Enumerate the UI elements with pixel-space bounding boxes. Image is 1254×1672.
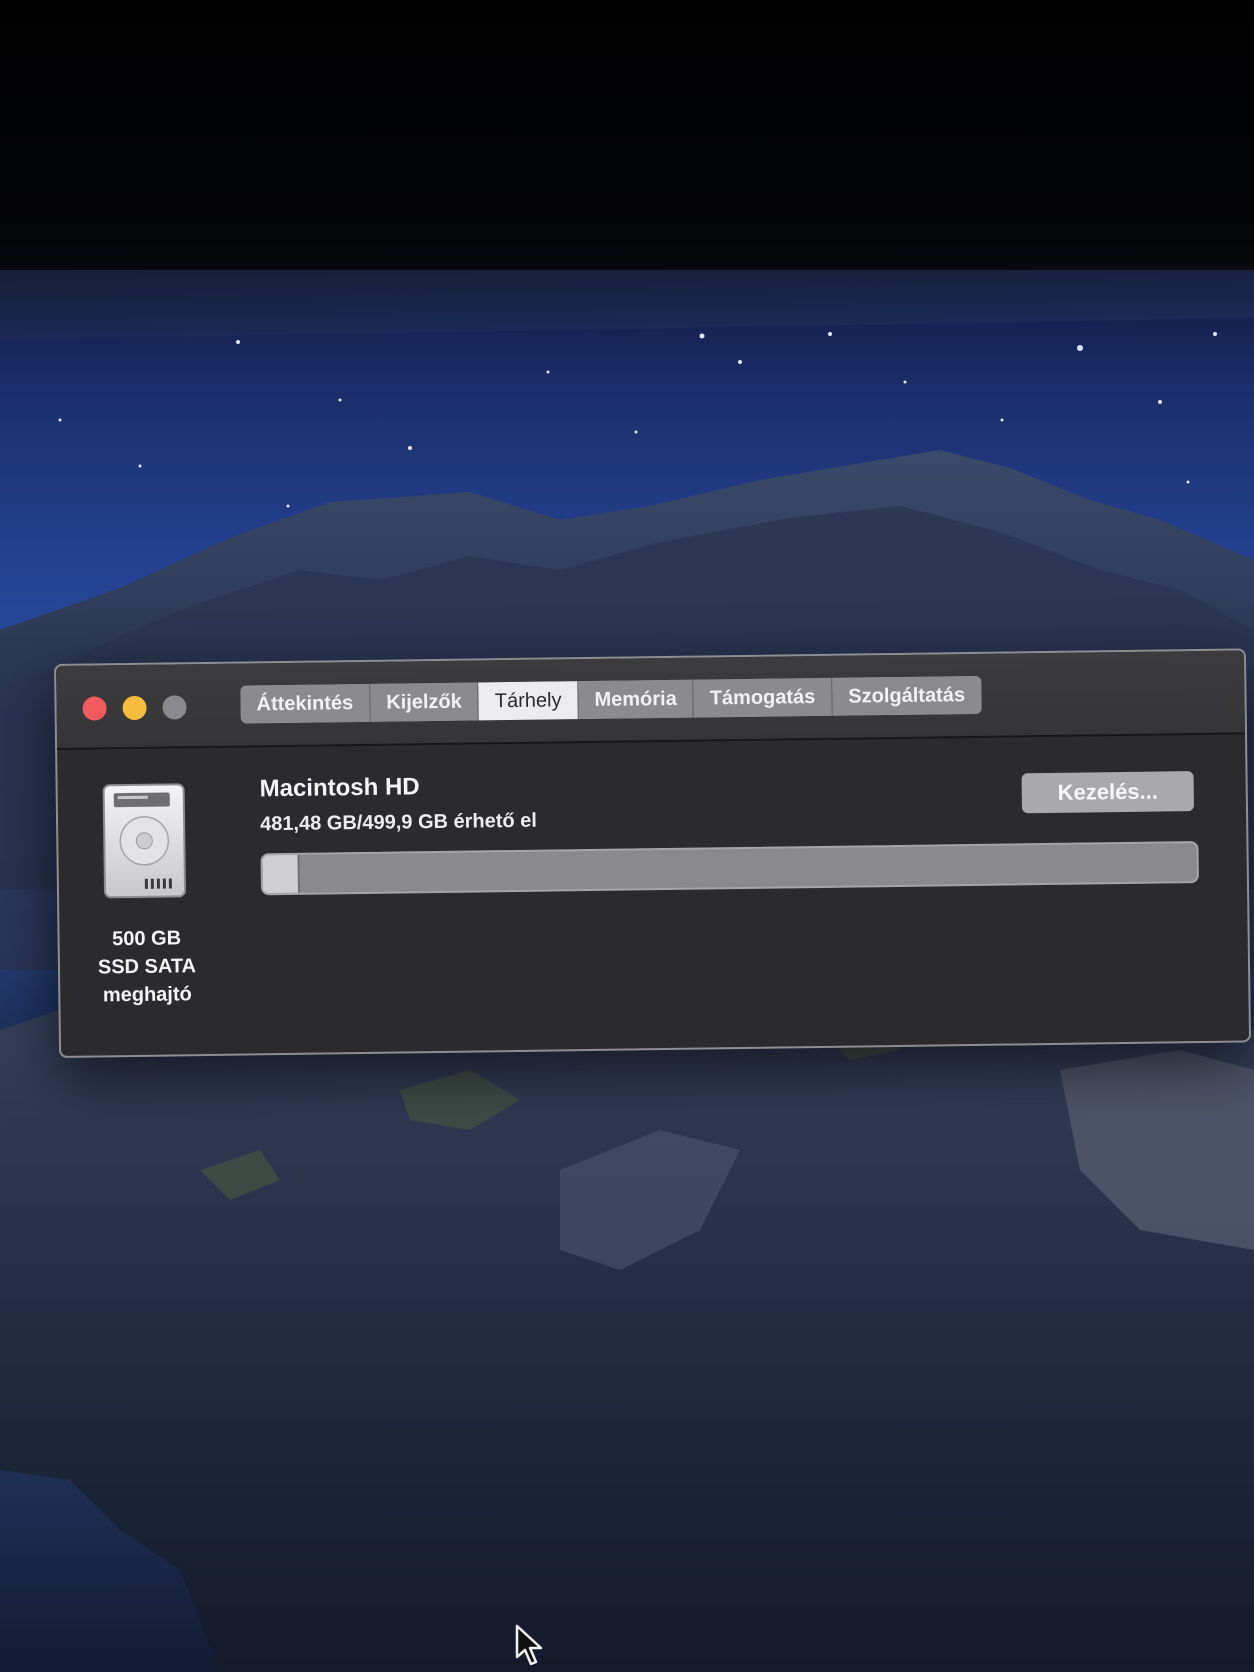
volume-available-space: 481,48 GB/499,9 GB érhető el <box>259 809 538 836</box>
close-button[interactable] <box>82 696 107 721</box>
screen-bezel <box>0 0 1254 300</box>
storage-panel: 500 GB SSD SATA meghajtó Macintosh HD 48… <box>57 734 1249 1056</box>
zoom-button[interactable] <box>162 695 187 720</box>
manage-button[interactable]: Kezelés... <box>1021 771 1195 814</box>
drive-description: 500 GB SSD SATA meghajtó <box>81 924 212 1010</box>
tab-bar: Áttekintés Kijelzők Tárhely Memória Támo… <box>240 675 982 724</box>
tab-support[interactable]: Támogatás <box>693 677 833 718</box>
minimize-button[interactable] <box>122 695 147 721</box>
drive-kind: meghajtó <box>102 983 192 1007</box>
hard-drive-icon <box>102 783 186 899</box>
tab-service[interactable]: Szolgáltatás <box>832 675 982 716</box>
volume-name: Macintosh HD <box>259 773 420 803</box>
photo-frame: Áttekintés Kijelzők Tárhely Memória Támo… <box>0 0 1254 1672</box>
drive-capacity: 500 GB <box>111 927 182 951</box>
drive-type: SSD SATA <box>97 955 197 979</box>
about-this-mac-window[interactable]: Áttekintés Kijelzők Tárhely Memória Támo… <box>54 648 1252 1058</box>
tab-displays[interactable]: Kijelzők <box>369 682 480 722</box>
mouse-pointer-icon <box>515 1624 543 1666</box>
storage-used-segment <box>262 854 300 894</box>
tab-storage[interactable]: Tárhely <box>478 681 579 721</box>
tab-memory[interactable]: Memória <box>578 679 694 720</box>
storage-usage-bar <box>260 841 1199 896</box>
window-titlebar[interactable]: Áttekintés Kijelzők Tárhely Memória Támo… <box>56 650 1246 750</box>
tab-overview[interactable]: Áttekintés <box>240 683 371 724</box>
